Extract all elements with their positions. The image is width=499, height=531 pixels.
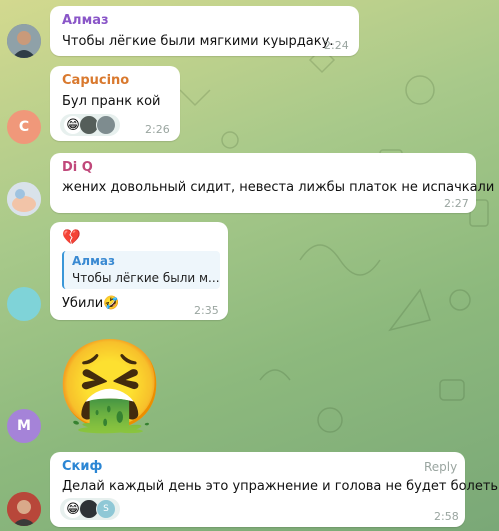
sender-name[interactable]: Скиф [62, 459, 102, 474]
broken-heart-emoji: 💔 [62, 228, 81, 246]
message-bubble[interactable]: 💔 Алмаз Чтобы лёгкие были м... Убили🤣 2:… [50, 222, 228, 320]
message-text: Бул пранк кой [62, 94, 161, 109]
avatar-capucino[interactable]: C [7, 110, 41, 144]
reply-preview[interactable]: Алмаз Чтобы лёгкие были м... [62, 251, 220, 289]
message-bubble[interactable]: Capucino Бул пранк кой 😁 2:26 [50, 66, 180, 141]
reaction-pill[interactable]: 😁 S [60, 498, 120, 520]
avatar-user[interactable] [7, 287, 41, 321]
sender-name[interactable]: Di Q [62, 160, 93, 175]
reaction-pill[interactable]: 😁 [60, 114, 120, 136]
message-time: 2:26 [145, 123, 170, 136]
vomiting-face-sticker[interactable]: 🤮 [55, 330, 165, 440]
message-time: 2:35 [194, 304, 219, 317]
avatar-diq[interactable] [7, 182, 41, 216]
reply-button[interactable]: Reply [424, 460, 457, 474]
message-bubble[interactable]: Di Q жених довольный сидит, невеста лижб… [50, 153, 499, 213]
message-bubble[interactable]: Скиф Reply Делай каждый день это упражне… [50, 452, 499, 527]
message-time: 2:58 [434, 510, 459, 523]
reactor-avatar-letter: S [96, 499, 116, 519]
reactor-avatar [96, 115, 116, 135]
avatar-m[interactable]: M [7, 409, 41, 443]
avatar-almaz[interactable] [7, 24, 41, 58]
reply-sender-name: Алмаз [72, 254, 115, 268]
avatar-letter: C [18, 119, 30, 135]
message-text: Делай каждый день это упражнение и голов… [62, 479, 499, 494]
reply-text: Чтобы лёгкие были м... [72, 271, 220, 285]
sender-name[interactable]: Алмаз [62, 13, 109, 28]
message-bubble[interactable]: Алмаз Чтобы лёгкие были мягкими куырдаку… [50, 6, 359, 56]
sender-name[interactable]: Capucino [62, 73, 129, 88]
message-time: 2:24 [324, 39, 349, 52]
sticker-glyph: 🤮 [55, 333, 165, 436]
avatar-letter: M [17, 418, 31, 434]
message-text: Убили🤣 [62, 296, 120, 311]
avatar-skif[interactable] [7, 492, 41, 526]
message-time: 2:27 [444, 197, 469, 210]
message-text: жених довольный сидит, невеста лижбы пла… [62, 180, 499, 195]
message-text: Чтобы лёгкие были мягкими куырдаку. [62, 34, 334, 49]
